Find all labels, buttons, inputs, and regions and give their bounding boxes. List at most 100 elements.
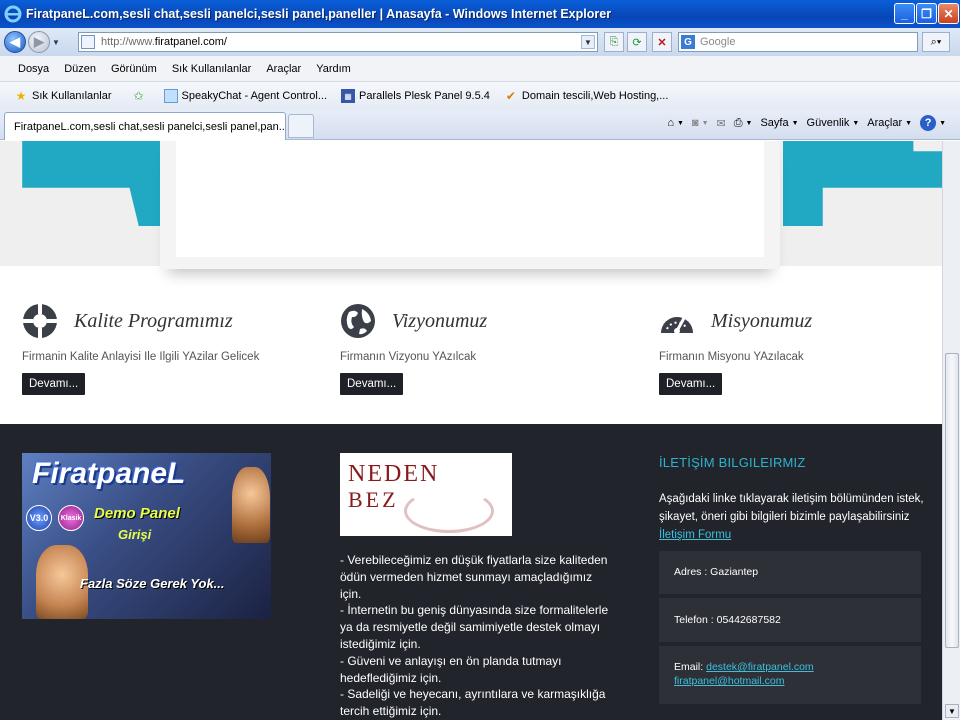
more-button[interactable]: Devamı...: [659, 373, 723, 395]
search-button[interactable]: ⌕▾: [922, 32, 950, 52]
maximize-button[interactable]: ❐: [916, 3, 937, 24]
email-label: Email:: [674, 661, 704, 673]
history-dropdown-icon[interactable]: ▼: [50, 38, 62, 47]
fav-speakychat[interactable]: SpeakyChat - Agent Control...: [163, 89, 328, 103]
forward-button[interactable]: ▶: [28, 31, 50, 53]
google-icon: G: [681, 35, 695, 49]
page-icon: [81, 35, 95, 49]
tools-menu[interactable]: Araçlar ▼: [867, 117, 912, 129]
url-domain: firatpanel.com/: [154, 36, 227, 48]
teal-decoration-left: [0, 141, 185, 226]
print-icon[interactable]: ⎙ ▼: [734, 117, 753, 130]
menu-favorites[interactable]: Sık Kullanılanlar: [172, 63, 252, 75]
contact-intro: Aşağıdaki linke tıklayarak iletişim bölü…: [659, 490, 924, 544]
safety-menu-label: Güvenlik: [806, 117, 850, 129]
browser-window: FiratpaneL.com,sesli chat,sesli panelci,…: [0, 0, 960, 720]
feature-title: Kalite Programımız: [74, 309, 233, 332]
contact-form-link[interactable]: İletişim Formu: [659, 529, 731, 541]
feature-text: Firmanın Vizyonu YAzılcak: [340, 351, 477, 363]
menu-tools[interactable]: Araçlar: [266, 63, 301, 75]
scrollbar-thumb[interactable]: [945, 353, 959, 648]
safety-menu[interactable]: Güvenlik ▼: [807, 117, 860, 129]
page-viewport: Kalite Programımız Firmanin Kalite Anlay…: [0, 141, 942, 720]
close-button[interactable]: ✕: [938, 3, 959, 24]
fav-plesk-label: Parallels Plesk Panel 9.5.4: [359, 90, 490, 102]
back-button[interactable]: ◀: [4, 31, 26, 53]
feeds-icon[interactable]: ◙ ▼: [692, 117, 709, 129]
slider-content: [176, 141, 764, 257]
teal-decoration-right: [783, 141, 942, 226]
favorites-button[interactable]: ★ Sık Kullanılanlar: [14, 89, 112, 103]
menu-edit[interactable]: Düzen: [64, 63, 96, 75]
search-input[interactable]: G Google: [678, 32, 918, 52]
address-box: Adres : Gaziantep: [659, 551, 921, 594]
hero-section: [0, 141, 942, 269]
checkmark-icon: ✔: [505, 89, 516, 103]
address-text: Adres : Gaziantep: [674, 566, 759, 578]
star-icon: ★: [15, 89, 27, 103]
menu-help[interactable]: Yardım: [316, 63, 351, 75]
woman-photo: [232, 467, 270, 543]
reasons-list: - Verebileceğimiz en düşük fiyatlarla si…: [340, 552, 610, 720]
search-placeholder: Google: [700, 36, 736, 48]
email-link-destek[interactable]: destek@firatpanel.com: [706, 661, 814, 673]
feature-text: Firmanın Misyonu YAzılacak: [659, 351, 804, 363]
help-icon[interactable]: ? ▼: [920, 115, 946, 131]
tools-menu-label: Araçlar: [867, 117, 903, 129]
add-star-icon: ✩: [133, 89, 144, 103]
refresh-icon[interactable]: ⟳: [627, 32, 647, 52]
feature-title: Vizyonumuz: [392, 309, 488, 332]
email-link-hotmail[interactable]: firatpanel@hotmail.com: [674, 675, 784, 687]
phone-box: Telefon : 05442687582: [659, 598, 921, 642]
menu-view[interactable]: Görünüm: [111, 63, 157, 75]
fav-plesk[interactable]: ▦ Parallels Plesk Panel 9.5.4: [341, 89, 490, 103]
banner-demo: Demo Panel: [94, 505, 180, 522]
contact-heading: İLETİŞİM BILGILEIRMIZ: [659, 455, 806, 470]
tab-firatpanel[interactable]: FiratpaneL.com,sesli chat,sesli panelci,…: [4, 112, 286, 140]
address-dropdown-icon[interactable]: ▼: [581, 35, 595, 49]
phone-text: Telefon : 05442687582: [674, 614, 781, 626]
favorites-label: Sık Kullanılanlar: [32, 90, 112, 102]
feature-quality: Kalite Programımız Firmanin Kalite Anlay…: [22, 303, 259, 395]
compatibility-icon[interactable]: ⎘: [604, 32, 624, 52]
neden-biz-image: NEDEN BEZ: [340, 453, 512, 536]
banner-slogan: Fazla Söze Gerek Yok...: [80, 576, 225, 591]
mail-icon[interactable]: ✉: [717, 117, 726, 130]
fav-domain[interactable]: ✔ Domain tescili,Web Hosting,...: [504, 89, 669, 103]
plesk-icon: ▦: [341, 89, 356, 103]
new-tab-button[interactable]: [288, 114, 314, 138]
feature-vision: Vizyonumuz Firmanın Vizyonu YAzılcak Dev…: [340, 303, 487, 395]
stop-icon[interactable]: ✕: [652, 32, 672, 52]
scroll-down-icon[interactable]: ▼: [945, 704, 959, 718]
globe-icon: [341, 304, 375, 338]
contact-intro-text: Aşağıdaki linke tıklayarak iletişim bölü…: [659, 493, 924, 523]
add-favorite-button[interactable]: ✩: [132, 89, 150, 103]
demo-panel-banner[interactable]: FiratpaneL V3.0 Klasik Demo Panel Girişi…: [22, 453, 271, 619]
more-button[interactable]: Devamı...: [22, 373, 86, 395]
reason-item: - Verebileceğimiz en düşük fiyatlarla si…: [340, 553, 608, 601]
page-menu-label: Sayfa: [760, 117, 789, 129]
neden-line2: BEZ: [348, 487, 399, 512]
tab-label: FiratpaneL.com,sesli chat,sesli panelci,…: [14, 120, 286, 133]
menu-file[interactable]: Dosya: [18, 63, 49, 75]
reason-item: - Güveni ve anlayışı en ön planda tutmay…: [340, 653, 562, 685]
fav-speakychat-label: SpeakyChat - Agent Control...: [181, 90, 328, 102]
favorites-bar: ★ Sık Kullanılanlar ✩ SpeakyChat - Agent …: [0, 82, 960, 110]
title-bar: FiratpaneL.com,sesli chat,sesli panelci,…: [0, 0, 960, 28]
page-menu[interactable]: Sayfa ▼: [760, 117, 798, 129]
feature-mission: Misyonumuz Firmanın Misyonu YAzılacak De…: [659, 303, 812, 395]
question-swirl: [404, 489, 494, 533]
vertical-scrollbar[interactable]: ▼: [942, 141, 960, 720]
speakychat-icon: [163, 89, 178, 103]
reason-item: - Sadeliği ve heyecanı, ayrıntılara ve k…: [340, 687, 606, 719]
email-box: Email: destek@firatpanel.com firatpanel@…: [659, 646, 921, 704]
lifebuoy-icon: [23, 304, 57, 338]
minimize-button[interactable]: _: [894, 3, 915, 24]
more-button[interactable]: Devamı...: [340, 373, 404, 395]
address-bar[interactable]: http://www. firatpanel.com/ ▼: [78, 32, 598, 52]
slider-panel: [160, 141, 780, 269]
banner-login: Girişi: [118, 527, 152, 542]
fav-domain-label: Domain tescili,Web Hosting,...: [521, 90, 669, 102]
feature-text: Firmanin Kalite Anlayisi Ile Ilgili YAzi…: [22, 351, 260, 363]
home-icon[interactable]: ⌂ ▼: [667, 117, 684, 129]
